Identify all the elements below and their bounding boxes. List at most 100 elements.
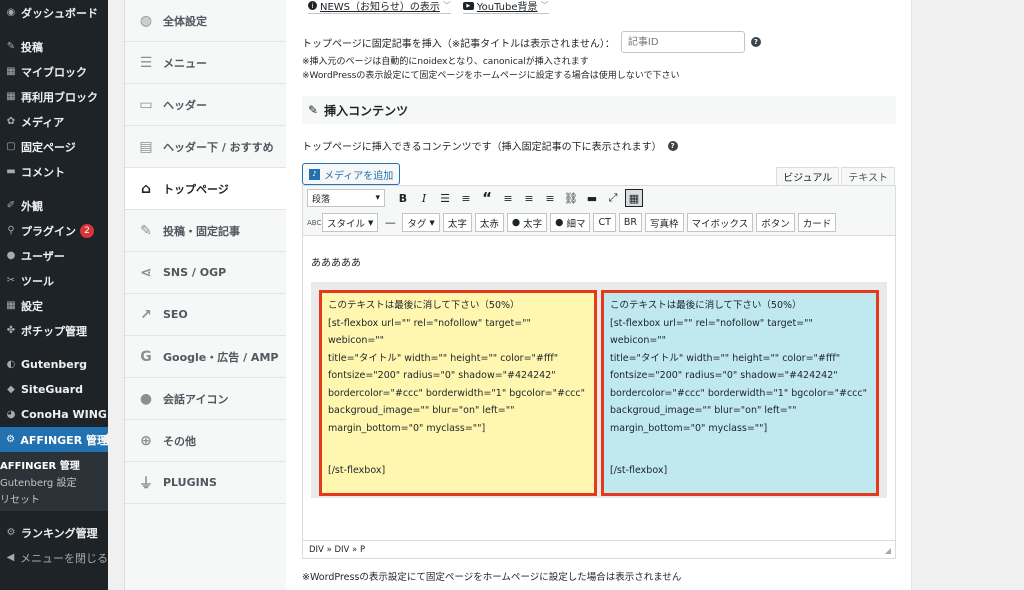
horizontal-line-icon[interactable]: — [381,214,399,232]
admin-submenu-item[interactable]: リセット [0,490,108,507]
help-icon[interactable]: ? [667,140,678,151]
settings-nav-item[interactable]: ⌂ トップページ [125,168,286,210]
admin-submenu-item[interactable]: Gutenberg 設定 [0,473,108,490]
admin-menu-item[interactable]: ▦ 設定 [0,293,108,318]
resize-handle-icon[interactable]: ◢ [885,546,891,555]
settings-nav-item[interactable]: ✎ 投稿・固定記事 [125,210,286,252]
footer-note: ※WordPressの表示設定にて固定ページをホームページに設定した場合は表示さ… [302,572,682,583]
bold-marker-button[interactable]: ● 太字 [506,213,548,232]
main-content: i NEWS（お知らせ）の表示 ﹀ ▶ YouTube背景 ﹀ トップページに固… [286,0,912,590]
admin-menu-item[interactable]: ⚲ プラグイン 2 [0,218,108,243]
toolbar-toggle-icon[interactable]: ▦ [625,189,643,207]
appearance-icon: ✐ [6,200,16,211]
chevron-down-icon: ﹀ [442,1,451,10]
blockquote-icon[interactable]: “ [478,189,496,207]
line-break-button[interactable]: BR [618,213,643,232]
help-icon[interactable]: ? [750,37,761,47]
card-button[interactable]: カード [797,213,837,232]
admin-submenu-item[interactable]: AFFINGER 管理 [0,456,108,473]
tab-visual[interactable]: ビジュアル [776,167,840,185]
admin-menu: ◉ ダッシュボード ✎ 投稿 ▦ マイブロック ▦ 再利用ブロック ✿ メディア ▢ 固定ページ ▬ コメ… [0,0,108,590]
admin-menu-item[interactable]: ✂ ツール [0,268,108,293]
style-dropdown[interactable]: スタイル ▼ [322,213,379,232]
bold-red-button[interactable]: 太赤 [474,213,504,232]
admin-menu-item[interactable]: ⚙ AFFINGER 管理 [0,427,108,452]
admin-menu-label: コメント [21,165,65,179]
settings-nav-label: 投稿・固定記事 [163,224,240,238]
numbered-list-icon[interactable]: ≡ [457,189,475,207]
admin-menu-item[interactable]: ◕ ConoHa WING [0,402,108,427]
editor-body[interactable]: あああああ このテキストは最後に消して下さい（50%） [st-flexbox … [303,236,895,541]
pin-icon: ✎ [6,41,16,52]
admin-menu-item[interactable]: ▬ コメント [0,159,108,184]
admin-menu-item[interactable]: ▢ 固定ページ [0,134,108,159]
align-center-icon[interactable]: ≡ [520,189,538,207]
admin-menu-item[interactable]: ✤ ポチップ管理 [0,318,108,343]
admin-menu-item[interactable]: ◆ SiteGuard [0,377,108,402]
italic-icon[interactable]: I [415,189,433,207]
admin-menu-label: Gutenberg [21,358,88,371]
admin-menu-label: 設定 [21,299,43,313]
settings-nav-item[interactable]: ⊕ その他 [125,420,286,462]
admin-menu-item[interactable]: ◀ メニューを閉じる [0,545,108,570]
admin-menu-item[interactable]: ✿ メディア [0,109,108,134]
format-select[interactable]: 段落 ▾ [307,189,385,207]
button-button[interactable]: ボタン [756,213,795,232]
share-icon: ⋖ [140,264,152,281]
bold-button[interactable]: 太字 [442,213,472,232]
mybox-button[interactable]: マイボックス [686,213,754,232]
more-tag-icon[interactable]: ▬ [583,189,601,207]
admin-menu-label: 再利用ブロック [21,90,98,104]
add-media-button[interactable]: ♪ メディアを追加 [302,163,401,185]
bold-icon[interactable]: B [394,189,412,207]
tag-dropdown[interactable]: タグ ▼ [402,213,440,232]
strikethrough-icon[interactable]: ABC [307,219,321,227]
align-right-icon[interactable]: ≡ [541,189,559,207]
fullscreen-icon[interactable]: ⤢ [604,189,622,207]
youtube-icon: ▶ [462,1,474,10]
admin-submenu: AFFINGER 管理 Gutenberg 設定 リセット [0,452,108,511]
admin-menu-item[interactable]: ✐ 外観 [0,193,108,218]
flexbox-left[interactable]: このテキストは最後に消して下さい（50%） [st-flexbox url=""… [319,290,597,496]
user-icon: ● [511,217,521,228]
admin-menu-label: SiteGuard [21,383,83,396]
settings-nav-item[interactable]: ↗ SEO [125,294,286,336]
settings-nav-item[interactable]: ▤ ヘッダー下 / おすすめ [125,126,286,168]
settings-nav-item[interactable]: ☰ メニュー [125,42,286,84]
settings-nav-item[interactable]: ▭ ヘッダー [125,84,286,126]
admin-menu-label: メディア [21,115,65,129]
news-display-link[interactable]: i NEWS（お知らせ）の表示 ﹀ [308,0,451,14]
editor-toolbar-1: 段落 ▾ B I ☰ ≡ “ ≡ ≡ ≡ ⛓ ▬ ⤢ ▦ [303,186,895,210]
bullet-list-icon[interactable]: ☰ [436,189,454,207]
page-icon: ▢ [6,141,16,152]
admin-menu-item[interactable]: ▦ 再利用ブロック [0,84,108,109]
user-icon: ● [555,217,564,228]
settings-nav-item[interactable]: ⋖ SNS / OGP [125,252,286,294]
admin-menu-item[interactable]: ◉ ダッシュボード [0,0,108,25]
admin-menu-label: ランキング管理 [21,526,98,540]
settings-nav-item[interactable]: ⏚ PLUGINS [125,462,286,504]
settings-nav-item[interactable]: ● 会話アイコン [125,378,286,420]
center-button[interactable]: CT [593,213,616,232]
settings-nav-label: メニュー [163,56,207,70]
flexbox-right[interactable]: このテキストは最後に消して下さい（50%） [st-flexbox url=""… [601,290,879,496]
photo-frame-button[interactable]: 写真枠 [645,213,684,232]
editor-paragraph[interactable]: あああああ [311,254,361,269]
admin-menu-item[interactable]: ▦ マイブロック [0,59,108,84]
settings-nav-item[interactable]: G Google・広告 / AMP [125,336,286,378]
settings-nav-label: トップページ [163,182,229,196]
youtube-background-link[interactable]: ▶ YouTube背景 ﹀ [462,0,549,14]
admin-menu-item[interactable]: ● ユーザー [0,243,108,268]
settings-nav-label: Google・広告 / AMP [163,350,279,364]
tab-text[interactable]: テキスト [841,167,895,185]
admin-menu-item[interactable]: ⚙ ランキング管理 [0,520,108,545]
settings-nav-item[interactable]: ◍ 全体設定 [125,0,286,42]
thin-marker-button[interactable]: ● 細マ [550,213,591,232]
article-id-input[interactable] [620,31,745,53]
settings-nav-label: ヘッダー [163,98,207,112]
admin-menu-item[interactable]: ◐ Gutenberg [0,352,108,377]
admin-menu-label: ConoHa WING [21,408,107,421]
align-left-icon[interactable]: ≡ [499,189,517,207]
link-icon[interactable]: ⛓ [562,189,580,207]
admin-menu-item[interactable]: ✎ 投稿 [0,34,108,59]
